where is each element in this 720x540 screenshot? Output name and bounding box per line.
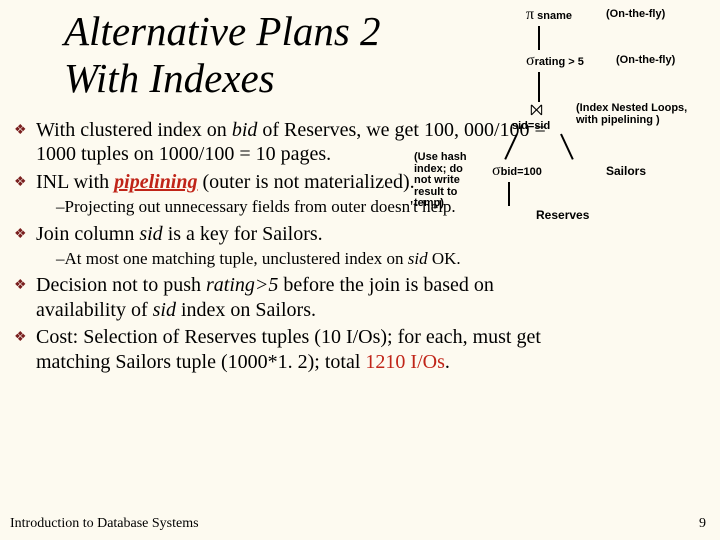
- bullet-3-text-b: is a key for Sailors.: [163, 223, 323, 245]
- bullet-5-text-a: Cost: Selection of Reserves tuples (10 I…: [36, 326, 541, 372]
- bullet-4-text-a: Decision not to push: [36, 274, 206, 296]
- bullet-5-cost: 1210 I/Os: [365, 351, 444, 373]
- pi-symbol: π: [526, 6, 534, 23]
- hash-note-text: (Use hash index; do not write result to …: [414, 151, 467, 209]
- bullet-icon: ❖: [14, 277, 27, 294]
- sub-2-ital: sid: [408, 249, 428, 268]
- reserves-leaf: Reserves: [536, 208, 589, 222]
- bullet-4-ital2: sid: [153, 299, 176, 321]
- bullet-5: ❖ Cost: Selection of Reserves tuples (10…: [8, 325, 548, 374]
- sigma-bid-label: bid=100: [501, 166, 542, 178]
- sigma-symbol: σ: [526, 52, 535, 69]
- bullet-3-text-a: Join column: [36, 223, 139, 245]
- bullet-icon: ❖: [14, 329, 27, 346]
- bullet-1-text-a: With clustered index on: [36, 119, 232, 141]
- title-line-1: Alternative Plans 2: [64, 8, 381, 54]
- bullet-4-text-c: index on Sailors.: [176, 299, 316, 321]
- bullet-2-pipelining: pipelining: [114, 171, 197, 193]
- pi-sname-label: sname: [537, 10, 572, 22]
- bullet-icon: ❖: [14, 174, 27, 191]
- sigma-symbol: σ: [492, 162, 501, 179]
- tree-edge: [538, 26, 540, 50]
- sigma-rating-label: rating > 5: [535, 56, 584, 68]
- join-symbol: ⨝: [530, 102, 543, 119]
- bullet-2-text-a: INL with: [36, 171, 114, 193]
- footer-text: Introduction to Database Systems: [10, 516, 199, 532]
- tree-edge: [504, 134, 518, 160]
- bullet-4-ital: rating>5: [206, 274, 278, 296]
- inl-note-2: with pipelining ): [576, 114, 660, 126]
- bullet-1-ital: bid: [232, 119, 258, 141]
- join-condition: sid=sid: [512, 120, 550, 132]
- bullet-3-ital: sid: [139, 223, 162, 245]
- sub-2-pre: –At most one matching tuple, unclustered…: [56, 249, 408, 268]
- on-the-fly-note-1: (On-the-fly): [606, 8, 665, 20]
- bullet-2-text-b: (outer is not materialized).: [198, 171, 415, 193]
- bullet-icon: ❖: [14, 122, 27, 139]
- page-number: 9: [699, 516, 706, 532]
- sailors-leaf: Sailors: [606, 164, 646, 178]
- hash-note: (Use hash index; do not write result to …: [414, 152, 492, 210]
- inl-note-1: (Index Nested Loops,: [576, 102, 687, 114]
- title-line-2: With Indexes: [64, 55, 275, 101]
- bullet-icon: ❖: [14, 226, 27, 243]
- bullet-4: ❖ Decision not to push rating>5 before t…: [8, 273, 548, 322]
- bullet-5-text-b: .: [445, 351, 450, 373]
- tree-edge: [560, 134, 574, 160]
- slide-title: Alternative Plans 2 With Indexes: [64, 8, 424, 102]
- query-plan-diagram: π sname (On-the-fly) σrating > 5 (On-the…: [456, 6, 716, 256]
- tree-edge: [508, 182, 510, 206]
- on-the-fly-note-2: (On-the-fly): [616, 54, 675, 66]
- tree-edge: [538, 72, 540, 102]
